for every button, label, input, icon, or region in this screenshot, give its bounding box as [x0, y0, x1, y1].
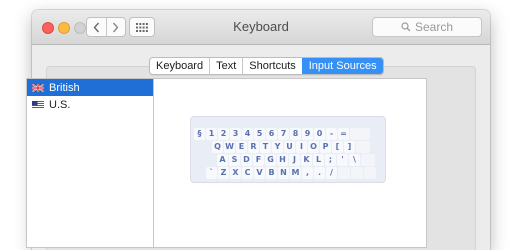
key-blank: [351, 167, 363, 179]
key: [: [332, 141, 343, 153]
key: 9: [302, 128, 313, 140]
key: 4: [242, 128, 253, 140]
navigation-buttons: [86, 17, 126, 37]
uk-flag-icon: [32, 83, 44, 92]
forward-button[interactable]: [105, 18, 126, 36]
key: §: [194, 128, 205, 140]
key: 0: [314, 128, 325, 140]
key: 8: [290, 128, 301, 140]
key: ': [337, 154, 348, 166]
keyboard-layout-preview: § 1 2 3 4 5 6 7 8 9 0 - = Q W E R T Y U …: [190, 116, 386, 183]
keyboard-row-1: § 1 2 3 4 5 6 7 8 9 0 - =: [194, 128, 370, 140]
list-item-label: British: [49, 81, 80, 94]
key: ]: [344, 141, 355, 153]
key: 1: [206, 128, 217, 140]
key: R: [248, 141, 259, 153]
key: V: [254, 167, 265, 179]
key-blank: [361, 154, 375, 166]
tab-shortcuts[interactable]: Shortcuts: [242, 58, 301, 74]
key: E: [236, 141, 247, 153]
chevron-right-icon: [113, 22, 119, 32]
key: 7: [278, 128, 289, 140]
chevron-left-icon: [93, 22, 99, 32]
keyboard-row-3: A S D F G H J K L ; ' \: [217, 154, 375, 166]
key: F: [253, 154, 264, 166]
close-button[interactable]: [42, 22, 54, 34]
key: 2: [218, 128, 229, 140]
key: P: [320, 141, 331, 153]
key: \: [349, 154, 360, 166]
key: A: [217, 154, 228, 166]
show-all-button[interactable]: [129, 17, 155, 37]
key-blank: [356, 141, 370, 153]
search-placeholder: Search: [414, 20, 454, 34]
keyboard-row-2: Q W E R T Y U I O P [ ]: [212, 141, 370, 153]
key-blank: [364, 167, 376, 179]
input-sources-list[interactable]: British U.S.: [26, 78, 154, 248]
search-icon: [401, 22, 411, 32]
tab-input-sources[interactable]: Input Sources: [301, 58, 383, 74]
list-item-label: U.S.: [49, 98, 71, 111]
key: 5: [254, 128, 265, 140]
us-flag-icon: [32, 100, 44, 109]
key: ;: [325, 154, 336, 166]
tab-keyboard[interactable]: Keyboard: [150, 58, 209, 74]
tab-text[interactable]: Text: [209, 58, 242, 74]
key: 6: [266, 128, 277, 140]
list-item-british[interactable]: British: [27, 79, 153, 96]
window-title: Keyboard: [233, 19, 289, 34]
key: W: [224, 141, 235, 153]
key: .: [314, 167, 325, 179]
key: B: [266, 167, 277, 179]
back-button[interactable]: [87, 18, 106, 36]
key: M: [290, 167, 301, 179]
key: ,: [302, 167, 313, 179]
key: /: [326, 167, 337, 179]
grid-icon: [136, 22, 148, 32]
key: D: [241, 154, 252, 166]
key: `: [206, 167, 217, 179]
key: G: [265, 154, 276, 166]
key: U: [284, 141, 295, 153]
key: 3: [230, 128, 241, 140]
key: K: [301, 154, 312, 166]
list-item-us[interactable]: U.S.: [27, 96, 153, 113]
key: Z: [218, 167, 229, 179]
key: T: [260, 141, 271, 153]
key: Q: [212, 141, 223, 153]
key: X: [230, 167, 241, 179]
key: S: [229, 154, 240, 166]
key: Y: [272, 141, 283, 153]
search-field[interactable]: Search: [372, 17, 482, 37]
title-bar: Keyboard Search: [32, 10, 490, 45]
key: =: [338, 128, 349, 140]
key-blank: [350, 128, 370, 140]
key: J: [289, 154, 300, 166]
key: -: [326, 128, 337, 140]
key: H: [277, 154, 288, 166]
keyboard-row-4: ` Z X C V B N M , . /: [206, 167, 376, 179]
key: L: [313, 154, 324, 166]
key: I: [296, 141, 307, 153]
zoom-button[interactable]: [74, 22, 86, 34]
minimize-button[interactable]: [58, 22, 70, 34]
tab-bar: Keyboard Text Shortcuts Input Sources: [149, 57, 384, 75]
key: C: [242, 167, 253, 179]
key: N: [278, 167, 289, 179]
key-blank: [338, 167, 350, 179]
key: O: [308, 141, 319, 153]
